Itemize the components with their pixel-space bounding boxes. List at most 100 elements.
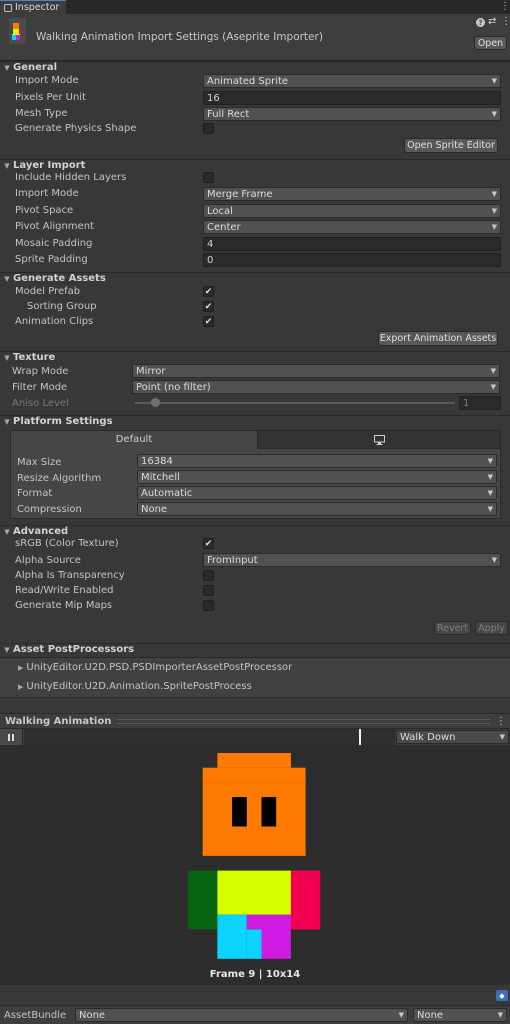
pivot-space-dropdown[interactable]: Local ▼ — [203, 204, 501, 218]
resize-algorithm-dropdown[interactable]: Mitchell ▼ — [137, 470, 497, 484]
checkmark-icon: ✔ — [204, 538, 213, 549]
aniso-level-slider-thumb[interactable] — [151, 398, 160, 407]
foldout-arrow-icon: ▼ — [4, 161, 10, 170]
foldout-arrow-icon: ▼ — [4, 353, 10, 362]
preview-drag-handle[interactable] — [117, 718, 490, 724]
open-button[interactable]: Open — [474, 36, 507, 50]
import-mode-label: Import Mode — [15, 75, 79, 86]
character-sprite — [188, 753, 321, 959]
asset-bundle-label: AssetBundle — [4, 1010, 67, 1021]
alpha-is-transparency-label: Alpha Is Transparency — [15, 570, 125, 581]
postprocessor-item[interactable]: ▶ UnityEditor.U2D.PSD.PSDImporterAssetPo… — [18, 662, 292, 673]
platform-settings-box: Default Max Size 16384 ▼ Resize Algorith… — [10, 430, 501, 519]
revert-button[interactable]: Revert — [434, 621, 471, 635]
sorting-group-checkbox[interactable]: ✔ — [203, 301, 214, 312]
platform-tab-standalone[interactable] — [257, 431, 500, 449]
pixels-per-unit-field[interactable]: 16 — [203, 91, 501, 105]
section-texture[interactable]: ▼ Texture — [0, 351, 510, 363]
postprocessor-item-label: UnityEditor.U2D.Animation.SpritePostProc… — [26, 681, 252, 692]
timeline-playhead[interactable] — [359, 729, 361, 745]
tab-bar: Inspector ⋮ — [0, 0, 510, 14]
tab-inspector[interactable]: Inspector — [0, 0, 66, 14]
section-general[interactable]: ▼ General — [0, 61, 510, 73]
sprite-leg-left-pixel — [246, 929, 262, 959]
dropdown-arrow-icon: ▼ — [491, 556, 497, 564]
layer-import-mode-label: Import Mode — [15, 188, 79, 199]
section-generate-assets[interactable]: ▼ Generate Assets — [0, 272, 510, 284]
open-sprite-editor-button[interactable]: Open Sprite Editor — [404, 138, 498, 153]
layer-import-mode-value: Merge Frame — [207, 188, 273, 200]
sorting-group-label: Sorting Group — [27, 301, 97, 312]
apply-button[interactable]: Apply — [475, 621, 508, 635]
postprocessors-list: ▶ UnityEditor.U2D.PSD.PSDImporterAssetPo… — [0, 657, 510, 698]
aniso-level-label: Aniso Level — [12, 398, 69, 409]
pause-button[interactable] — [0, 729, 23, 745]
compression-dropdown[interactable]: None ▼ — [137, 502, 497, 516]
mosaic-padding-label: Mosaic Padding — [15, 238, 93, 249]
sprite-leg-right-pixel — [261, 929, 291, 959]
sprite-arm-left-pixel — [188, 870, 218, 930]
wrap-mode-dropdown[interactable]: Mirror ▼ — [132, 364, 500, 378]
help-icon[interactable]: ? — [476, 18, 485, 27]
sprite-arm-right-pixel — [290, 870, 321, 930]
import-mode-dropdown[interactable]: Animated Sprite ▼ — [203, 74, 501, 88]
platform-tab-default[interactable]: Default — [11, 431, 257, 449]
layer-import-mode-dropdown[interactable]: Merge Frame ▼ — [203, 187, 501, 201]
alpha-is-transparency-checkbox[interactable] — [203, 570, 214, 581]
kebab-menu-icon[interactable]: ⋮ — [501, 16, 510, 27]
postprocessor-item-label: UnityEditor.U2D.PSD.PSDImporterAssetPost… — [26, 662, 293, 673]
mip-maps-checkbox[interactable] — [203, 600, 214, 611]
mip-maps-label: Generate Mip Maps — [15, 600, 113, 611]
mosaic-padding-field[interactable]: 4 — [203, 237, 501, 251]
bundle-tag-icon[interactable]: ◆ — [496, 990, 508, 1001]
mesh-type-dropdown[interactable]: Full Rect ▼ — [203, 107, 501, 121]
pivot-alignment-value: Center — [207, 221, 241, 233]
import-mode-value: Animated Sprite — [207, 75, 289, 87]
timeline-track[interactable] — [24, 729, 395, 745]
preset-icon[interactable]: ⇄ — [488, 16, 496, 27]
sprite-body-pixel — [217, 870, 291, 915]
export-animation-assets-button[interactable]: Export Animation Assets — [378, 331, 498, 346]
asset-bundle-variant-dropdown[interactable]: None ▼ — [413, 1008, 507, 1022]
aniso-level-slider-track[interactable] — [135, 402, 455, 404]
asset-bundle-name-dropdown[interactable]: None ▼ — [75, 1008, 408, 1022]
section-layer-import[interactable]: ▼ Layer Import — [0, 159, 510, 171]
model-prefab-checkbox[interactable]: ✔ — [203, 286, 214, 297]
dropdown-arrow-icon: ▼ — [487, 473, 493, 481]
wrap-mode-label: Wrap Mode — [12, 366, 69, 377]
pivot-space-label: Pivot Space — [15, 205, 74, 216]
resize-algorithm-label: Resize Algorithm — [17, 473, 102, 484]
physics-shape-checkbox[interactable] — [203, 123, 214, 134]
dropdown-arrow-icon: ▼ — [491, 207, 497, 215]
wrap-mode-value: Mirror — [136, 365, 166, 377]
sprite-padding-field[interactable]: 0 — [203, 253, 501, 267]
alpha-source-dropdown[interactable]: FromInput ▼ — [203, 553, 501, 567]
sprite-head-pixel — [202, 767, 306, 783]
aniso-level-field[interactable]: 1 — [459, 396, 501, 410]
include-hidden-label: Include Hidden Layers — [15, 172, 127, 183]
asset-bundle-bar: AssetBundle None ▼ None ▼ — [0, 1005, 510, 1024]
inspector-header: Walking Animation Import Settings (Asepr… — [0, 14, 510, 61]
read-write-checkbox[interactable] — [203, 585, 214, 596]
max-size-dropdown[interactable]: 16384 ▼ — [137, 454, 497, 468]
animation-clips-label: Animation Clips — [15, 316, 94, 327]
section-asset-postprocessors[interactable]: ▼ Asset PostProcessors — [0, 643, 510, 655]
preview-menu-icon[interactable]: ⋮ — [496, 716, 506, 727]
clip-dropdown[interactable]: Walk Down ▼ — [396, 730, 509, 744]
section-advanced[interactable]: ▼ Advanced — [0, 525, 510, 537]
filter-mode-dropdown[interactable]: Point (no filter) ▼ — [132, 380, 500, 394]
sprite-preview-area[interactable]: Frame 9 | 10x14 — [0, 745, 510, 985]
dropdown-arrow-icon: ▼ — [490, 383, 496, 391]
filter-mode-value: Point (no filter) — [136, 381, 211, 393]
srgb-checkbox[interactable]: ✔ — [203, 538, 214, 549]
sprite-head-pixel — [202, 782, 306, 856]
animation-clips-checkbox[interactable]: ✔ — [203, 316, 214, 327]
sprite-eye-pixel — [232, 797, 247, 827]
tab-menu-icon[interactable]: ⋮ — [500, 1, 510, 12]
pivot-alignment-dropdown[interactable]: Center ▼ — [203, 220, 501, 234]
postprocessor-item[interactable]: ▶ UnityEditor.U2D.Animation.SpritePostPr… — [18, 681, 252, 692]
section-platform-settings[interactable]: ▼ Platform Settings — [0, 415, 510, 427]
format-dropdown[interactable]: Automatic ▼ — [137, 486, 497, 500]
include-hidden-checkbox[interactable] — [203, 172, 214, 183]
format-value: Automatic — [141, 487, 193, 499]
